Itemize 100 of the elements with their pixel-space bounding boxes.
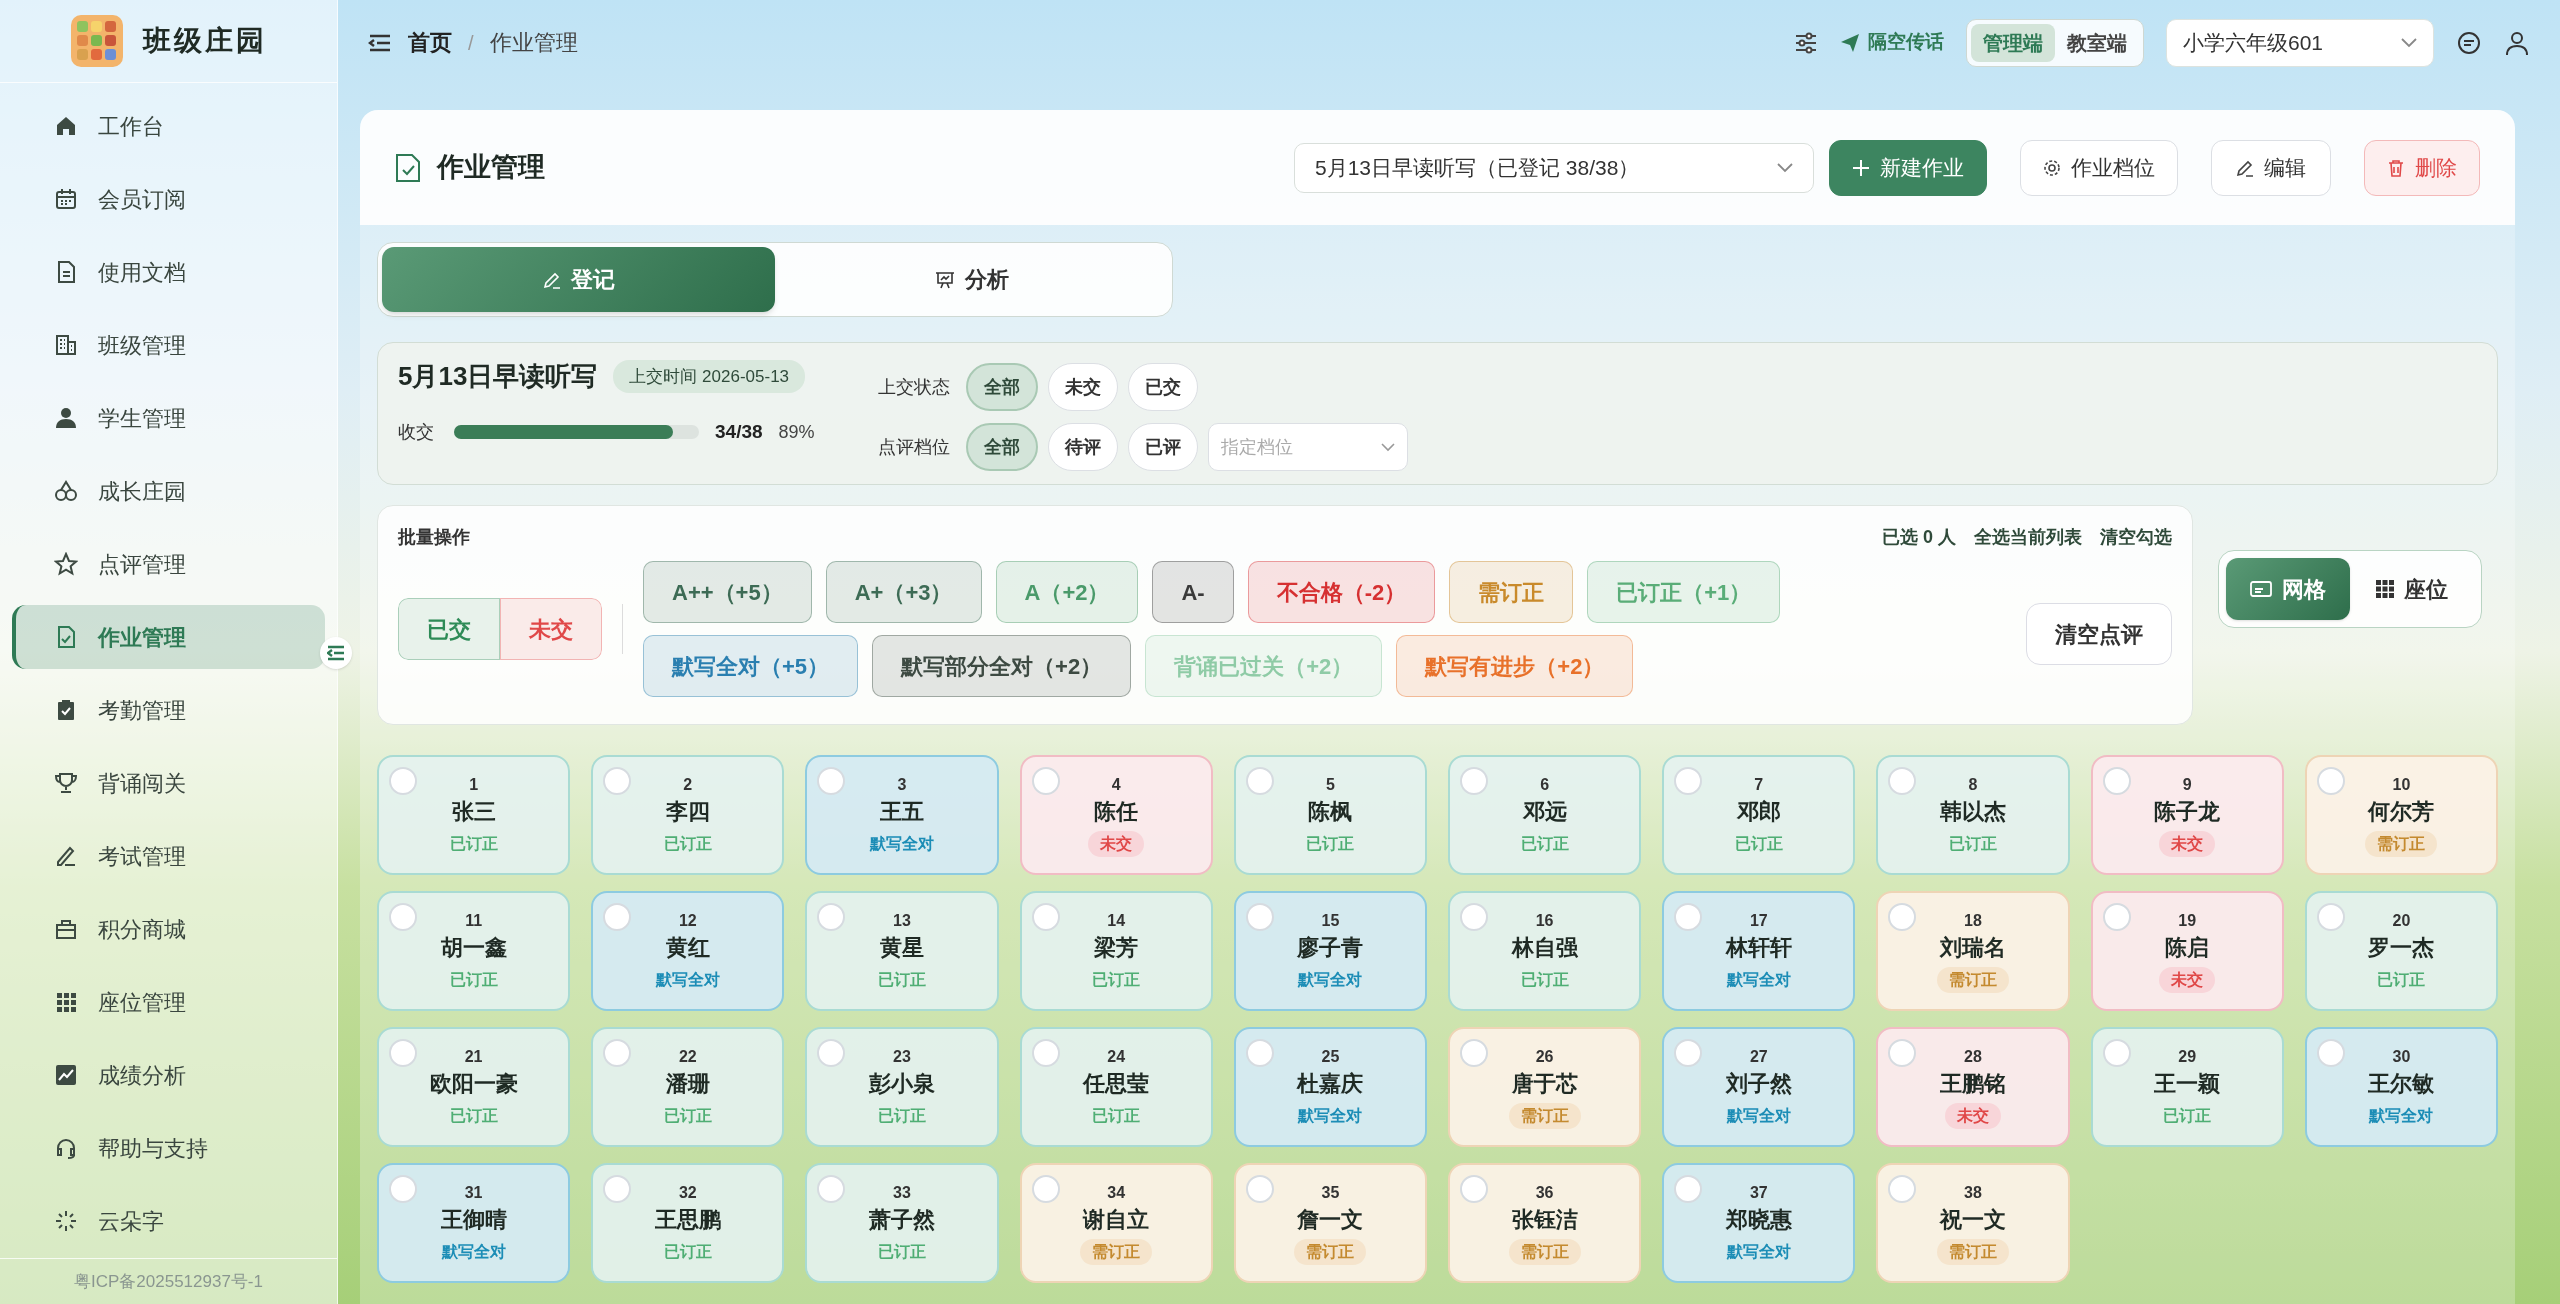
student-card[interactable]: 10 何尔芳 需订正 xyxy=(2304,755,2498,875)
sidebar-item[interactable]: 成绩分析 xyxy=(12,1043,325,1108)
sidebar-item[interactable]: 班级管理 xyxy=(12,313,325,378)
new-assignment-button[interactable]: 新建作业 xyxy=(1829,139,1987,196)
sidebar-item[interactable]: 工作台 xyxy=(12,94,325,159)
view-tab[interactable]: 座位 xyxy=(2350,558,2474,620)
mode-tab[interactable]: 管理端 xyxy=(1971,23,2055,62)
select-checkbox[interactable] xyxy=(1888,1175,1917,1203)
student-card[interactable]: 14 梁芳 已订正 xyxy=(1019,891,1213,1011)
sidebar-item[interactable]: 学生管理 xyxy=(12,386,325,451)
sidebar-item[interactable]: 会员订阅 xyxy=(12,167,325,232)
student-card[interactable]: 16 林自强 已订正 xyxy=(1448,891,1642,1011)
student-card[interactable]: 34 谢自立 需订正 xyxy=(1019,1163,1213,1283)
sidebar-item[interactable]: 成长庄园 xyxy=(12,459,325,524)
sidebar-item[interactable]: 使用文档 xyxy=(12,240,325,305)
sidebar-item[interactable]: 点评管理 xyxy=(12,532,325,597)
student-card[interactable]: 4 陈任 未交 xyxy=(1019,755,1213,875)
sidebar-item[interactable]: 背诵闯关 xyxy=(12,751,325,816)
select-checkbox[interactable] xyxy=(1460,1039,1488,1067)
edit-button[interactable]: 编辑 xyxy=(2211,139,2331,196)
filter-chip[interactable]: 已交 xyxy=(1128,363,1198,411)
select-checkbox[interactable] xyxy=(817,1039,846,1067)
student-card[interactable]: 32 王思鹏 已订正 xyxy=(591,1163,785,1283)
select-checkbox[interactable] xyxy=(389,903,417,931)
student-card[interactable]: 1 张三 已订正 xyxy=(377,755,571,875)
student-card[interactable]: 38 祝一文 需订正 xyxy=(1876,1163,2070,1283)
student-card[interactable]: 21 欧阳一豪 已订正 xyxy=(377,1027,571,1147)
select-checkbox[interactable] xyxy=(2102,903,2131,931)
grade-button[interactable]: 默写部分全对（+2） xyxy=(872,635,1132,697)
sidebar-item[interactable]: 考试管理 xyxy=(12,824,325,889)
select-checkbox[interactable] xyxy=(1031,1175,1060,1203)
sliders-icon[interactable] xyxy=(1794,31,1818,54)
select-checkbox[interactable] xyxy=(1888,767,1917,795)
filter-chip[interactable]: 全部 xyxy=(966,423,1038,471)
select-checkbox[interactable] xyxy=(1245,767,1274,795)
select-checkbox[interactable] xyxy=(1674,767,1703,795)
student-card[interactable]: 28 王鹏铭 未交 xyxy=(1876,1027,2070,1147)
student-card[interactable]: 31 王御晴 默写全对 xyxy=(377,1163,571,1283)
grade-button[interactable]: A++（+5） xyxy=(643,561,812,623)
student-card[interactable]: 9 陈子龙 未交 xyxy=(2090,755,2284,875)
student-card[interactable]: 24 任思莹 已订正 xyxy=(1019,1027,1213,1147)
select-checkbox[interactable] xyxy=(1245,1175,1274,1203)
filter-chip[interactable]: 待评 xyxy=(1048,423,1118,471)
student-card[interactable]: 13 黄星 已订正 xyxy=(805,891,999,1011)
student-card[interactable]: 12 黄红 默写全对 xyxy=(591,891,785,1011)
select-checkbox[interactable] xyxy=(603,1175,632,1203)
mode-tab[interactable]: 教室端 xyxy=(2055,23,2139,62)
sidebar-item[interactable]: 作业管理 xyxy=(12,605,325,670)
tab[interactable]: 分析 xyxy=(775,247,1168,312)
select-checkbox[interactable] xyxy=(1674,1175,1703,1203)
chat-icon[interactable] xyxy=(2456,29,2482,56)
select-checkbox[interactable] xyxy=(603,767,632,795)
grade-button[interactable]: 不合格（-2） xyxy=(1247,561,1436,623)
grade-button[interactable]: 默写全对（+5） xyxy=(643,635,859,697)
select-checkbox[interactable] xyxy=(1888,1039,1917,1067)
select-checkbox[interactable] xyxy=(2316,767,2345,795)
select-checkbox[interactable] xyxy=(1031,1039,1060,1067)
student-card[interactable]: 22 潘珊 已订正 xyxy=(591,1027,785,1147)
filter-chip[interactable]: 全部 xyxy=(966,363,1038,411)
student-card[interactable]: 25 杜嘉庆 默写全对 xyxy=(1233,1027,1427,1147)
grade-button[interactable]: A- xyxy=(1152,561,1234,623)
select-checkbox[interactable] xyxy=(817,1175,846,1203)
student-card[interactable]: 20 罗一杰 已订正 xyxy=(2304,891,2498,1011)
sidebar-item[interactable]: 考勤管理 xyxy=(12,678,325,743)
student-card[interactable]: 37 郑晓惠 默写全对 xyxy=(1662,1163,1856,1283)
select-checkbox[interactable] xyxy=(1245,1039,1274,1067)
select-checkbox[interactable] xyxy=(1460,767,1488,795)
submit-status-button[interactable]: 已交 xyxy=(398,598,500,660)
delete-button[interactable]: 删除 xyxy=(2364,139,2480,196)
select-checkbox[interactable] xyxy=(389,767,417,795)
assignment-select[interactable]: 5月13日早读听写（已登记 38/38） xyxy=(1294,142,1814,193)
select-checkbox[interactable] xyxy=(1245,903,1274,931)
student-card[interactable]: 17 林轩轩 默写全对 xyxy=(1662,891,1856,1011)
select-checkbox[interactable] xyxy=(2316,1039,2345,1067)
sidebar-item[interactable]: 积分商城 xyxy=(12,897,325,962)
student-card[interactable]: 15 廖子青 默写全对 xyxy=(1233,891,1427,1011)
student-card[interactable]: 27 刘子然 默写全对 xyxy=(1662,1027,1856,1147)
student-card[interactable]: 19 陈启 未交 xyxy=(2090,891,2284,1011)
student-card[interactable]: 33 萧子然 已订正 xyxy=(805,1163,999,1283)
student-card[interactable]: 18 刘瑞名 需订正 xyxy=(1876,891,2070,1011)
user-icon[interactable] xyxy=(2504,29,2530,56)
broadcast-button[interactable]: 隔空传话 xyxy=(1840,28,1944,57)
select-checkbox[interactable] xyxy=(1674,903,1703,931)
sidebar-item[interactable]: 座位管理 xyxy=(12,970,325,1035)
select-checkbox[interactable] xyxy=(389,1039,417,1067)
select-checkbox[interactable] xyxy=(817,767,846,795)
sidebar-item[interactable]: 云朵字 xyxy=(12,1189,325,1254)
student-card[interactable]: 3 王五 默写全对 xyxy=(805,755,999,875)
select-checkbox[interactable] xyxy=(1674,1039,1703,1067)
tab[interactable]: 登记 xyxy=(382,247,775,312)
select-checkbox[interactable] xyxy=(1031,767,1060,795)
class-select[interactable]: 小学六年级601 xyxy=(2166,18,2434,67)
select-checkbox[interactable] xyxy=(1460,1175,1488,1203)
select-checkbox[interactable] xyxy=(2102,1039,2131,1067)
grade-button[interactable]: A+（+3） xyxy=(825,561,982,623)
student-card[interactable]: 35 詹一文 需订正 xyxy=(1233,1163,1427,1283)
filter-chip[interactable]: 未交 xyxy=(1048,363,1118,411)
select-checkbox[interactable] xyxy=(603,1039,632,1067)
select-checkbox[interactable] xyxy=(1031,903,1060,931)
select-all-link[interactable]: 全选当前列表 xyxy=(1974,524,2082,551)
